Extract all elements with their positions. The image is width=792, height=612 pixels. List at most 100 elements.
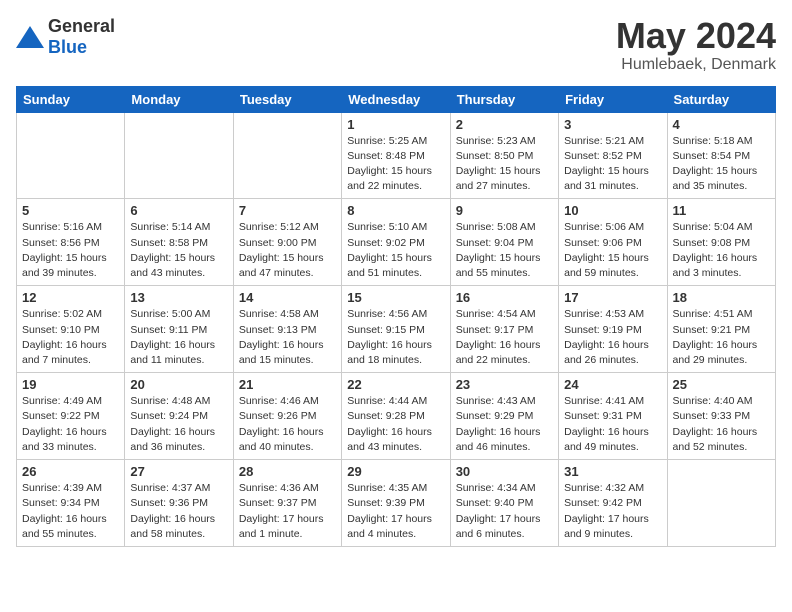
day-info: Sunrise: 5:00 AMSunset: 9:11 PMDaylight:…: [130, 307, 227, 368]
day-info: Sunrise: 5:23 AMSunset: 8:50 PMDaylight:…: [456, 134, 553, 195]
day-number: 25: [673, 377, 770, 392]
day-info: Sunrise: 4:32 AMSunset: 9:42 PMDaylight:…: [564, 481, 661, 542]
weekday-header: Thursday: [450, 86, 558, 112]
day-info: Sunrise: 4:51 AMSunset: 9:21 PMDaylight:…: [673, 307, 770, 368]
day-info: Sunrise: 4:41 AMSunset: 9:31 PMDaylight:…: [564, 394, 661, 455]
day-number: 3: [564, 117, 661, 132]
logo-blue: Blue: [48, 37, 87, 57]
day-number: 14: [239, 290, 336, 305]
location: Humlebaek, Denmark: [616, 56, 776, 74]
day-info: Sunrise: 4:53 AMSunset: 9:19 PMDaylight:…: [564, 307, 661, 368]
calendar-week-row: 5 Sunrise: 5:16 AMSunset: 8:56 PMDaylight…: [17, 199, 776, 286]
calendar-day-cell: 11 Sunrise: 5:04 AMSunset: 9:08 PMDayligh…: [667, 199, 775, 286]
day-info: Sunrise: 5:14 AMSunset: 8:58 PMDaylight:…: [130, 220, 227, 281]
weekday-header: Friday: [559, 86, 667, 112]
calendar-day-cell: [17, 112, 125, 199]
day-info: Sunrise: 5:04 AMSunset: 9:08 PMDaylight:…: [673, 220, 770, 281]
calendar-day-cell: 6 Sunrise: 5:14 AMSunset: 8:58 PMDaylight…: [125, 199, 233, 286]
day-number: 6: [130, 203, 227, 218]
logo-icon: [16, 26, 44, 48]
calendar-day-cell: 1Sunrise: 5:25 AMSunset: 8:48 PMDaylight…: [342, 112, 450, 199]
page-header: General Blue May 2024 Humlebaek, Denmark: [16, 16, 776, 74]
calendar-day-cell: 26Sunrise: 4:39 AMSunset: 9:34 PMDayligh…: [17, 460, 125, 547]
day-number: 7: [239, 203, 336, 218]
calendar-day-cell: 23Sunrise: 4:43 AMSunset: 9:29 PMDayligh…: [450, 373, 558, 460]
day-number: 12: [22, 290, 119, 305]
logo-text: General Blue: [48, 16, 115, 58]
logo: General Blue: [16, 16, 115, 58]
day-info: Sunrise: 4:54 AMSunset: 9:17 PMDaylight:…: [456, 307, 553, 368]
calendar-day-cell: 28Sunrise: 4:36 AMSunset: 9:37 PMDayligh…: [233, 460, 341, 547]
day-info: Sunrise: 5:16 AMSunset: 8:56 PMDaylight:…: [22, 220, 119, 281]
day-number: 9: [456, 203, 553, 218]
calendar-day-cell: 5 Sunrise: 5:16 AMSunset: 8:56 PMDaylight…: [17, 199, 125, 286]
title-block: May 2024 Humlebaek, Denmark: [616, 16, 776, 74]
calendar-day-cell: 14 Sunrise: 4:58 AMSunset: 9:13 PMDayligh…: [233, 286, 341, 373]
calendar-day-cell: 25Sunrise: 4:40 AMSunset: 9:33 PMDayligh…: [667, 373, 775, 460]
calendar-day-cell: 30Sunrise: 4:34 AMSunset: 9:40 PMDayligh…: [450, 460, 558, 547]
calendar-day-cell: 27 Sunrise: 4:37 AMSunset: 9:36 PMDayligh…: [125, 460, 233, 547]
calendar-table: SundayMondayTuesdayWednesdayThursdayFrid…: [16, 86, 776, 547]
calendar-day-cell: 19 Sunrise: 4:49 AMSunset: 9:22 PMDayligh…: [17, 373, 125, 460]
day-number: 4: [673, 117, 770, 132]
logo-general: General: [48, 16, 115, 36]
day-number: 1: [347, 117, 444, 132]
calendar-day-cell: 9Sunrise: 5:08 AMSunset: 9:04 PMDaylight…: [450, 199, 558, 286]
calendar-day-cell: 24 Sunrise: 4:41 AMSunset: 9:31 PMDayligh…: [559, 373, 667, 460]
calendar-week-row: 1Sunrise: 5:25 AMSunset: 8:48 PMDaylight…: [17, 112, 776, 199]
calendar-day-cell: 16Sunrise: 4:54 AMSunset: 9:17 PMDayligh…: [450, 286, 558, 373]
day-info: Sunrise: 5:18 AMSunset: 8:54 PMDaylight:…: [673, 134, 770, 195]
day-info: Sunrise: 4:46 AMSunset: 9:26 PMDaylight:…: [239, 394, 336, 455]
calendar-header-row: SundayMondayTuesdayWednesdayThursdayFrid…: [17, 86, 776, 112]
day-info: Sunrise: 4:44 AMSunset: 9:28 PMDaylight:…: [347, 394, 444, 455]
calendar-day-cell: 2Sunrise: 5:23 AMSunset: 8:50 PMDaylight…: [450, 112, 558, 199]
day-info: Sunrise: 4:37 AMSunset: 9:36 PMDaylight:…: [130, 481, 227, 542]
day-info: Sunrise: 4:36 AMSunset: 9:37 PMDaylight:…: [239, 481, 336, 542]
calendar-day-cell: 10Sunrise: 5:06 AMSunset: 9:06 PMDayligh…: [559, 199, 667, 286]
calendar-day-cell: 12Sunrise: 5:02 AMSunset: 9:10 PMDayligh…: [17, 286, 125, 373]
day-number: 18: [673, 290, 770, 305]
calendar-day-cell: 21 Sunrise: 4:46 AMSunset: 9:26 PMDayligh…: [233, 373, 341, 460]
calendar-day-cell: 22 Sunrise: 4:44 AMSunset: 9:28 PMDayligh…: [342, 373, 450, 460]
calendar-day-cell: 13 Sunrise: 5:00 AMSunset: 9:11 PMDayligh…: [125, 286, 233, 373]
day-info: Sunrise: 4:58 AMSunset: 9:13 PMDaylight:…: [239, 307, 336, 368]
day-number: 24: [564, 377, 661, 392]
day-info: Sunrise: 4:49 AMSunset: 9:22 PMDaylight:…: [22, 394, 119, 455]
weekday-header: Sunday: [17, 86, 125, 112]
day-info: Sunrise: 5:21 AMSunset: 8:52 PMDaylight:…: [564, 134, 661, 195]
calendar-day-cell: 7 Sunrise: 5:12 AMSunset: 9:00 PMDaylight…: [233, 199, 341, 286]
day-info: Sunrise: 5:06 AMSunset: 9:06 PMDaylight:…: [564, 220, 661, 281]
day-number: 27: [130, 464, 227, 479]
day-info: Sunrise: 4:39 AMSunset: 9:34 PMDaylight:…: [22, 481, 119, 542]
day-number: 13: [130, 290, 227, 305]
day-number: 11: [673, 203, 770, 218]
day-number: 8: [347, 203, 444, 218]
calendar-week-row: 19 Sunrise: 4:49 AMSunset: 9:22 PMDayligh…: [17, 373, 776, 460]
calendar-day-cell: 17 Sunrise: 4:53 AMSunset: 9:19 PMDayligh…: [559, 286, 667, 373]
calendar-week-row: 26Sunrise: 4:39 AMSunset: 9:34 PMDayligh…: [17, 460, 776, 547]
day-number: 30: [456, 464, 553, 479]
day-info: Sunrise: 4:43 AMSunset: 9:29 PMDaylight:…: [456, 394, 553, 455]
calendar-day-cell: [667, 460, 775, 547]
day-info: Sunrise: 4:35 AMSunset: 9:39 PMDaylight:…: [347, 481, 444, 542]
calendar-day-cell: 3 Sunrise: 5:21 AMSunset: 8:52 PMDaylight…: [559, 112, 667, 199]
day-number: 17: [564, 290, 661, 305]
month-title: May 2024: [616, 16, 776, 56]
day-info: Sunrise: 5:12 AMSunset: 9:00 PMDaylight:…: [239, 220, 336, 281]
day-number: 31: [564, 464, 661, 479]
day-number: 22: [347, 377, 444, 392]
calendar-week-row: 12Sunrise: 5:02 AMSunset: 9:10 PMDayligh…: [17, 286, 776, 373]
day-number: 21: [239, 377, 336, 392]
calendar-day-cell: 31 Sunrise: 4:32 AMSunset: 9:42 PMDayligh…: [559, 460, 667, 547]
day-number: 19: [22, 377, 119, 392]
day-info: Sunrise: 4:56 AMSunset: 9:15 PMDaylight:…: [347, 307, 444, 368]
calendar-day-cell: [233, 112, 341, 199]
day-info: Sunrise: 4:48 AMSunset: 9:24 PMDaylight:…: [130, 394, 227, 455]
calendar-day-cell: [125, 112, 233, 199]
weekday-header: Tuesday: [233, 86, 341, 112]
calendar-day-cell: 8 Sunrise: 5:10 AMSunset: 9:02 PMDaylight…: [342, 199, 450, 286]
day-number: 5: [22, 203, 119, 218]
day-info: Sunrise: 5:10 AMSunset: 9:02 PMDaylight:…: [347, 220, 444, 281]
day-number: 29: [347, 464, 444, 479]
weekday-header: Monday: [125, 86, 233, 112]
